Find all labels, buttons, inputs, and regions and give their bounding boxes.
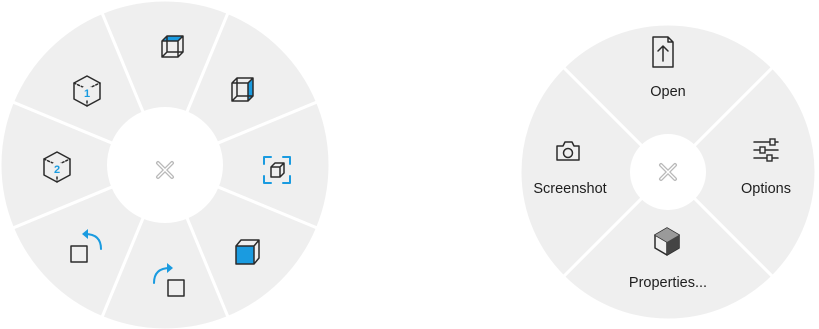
options-label: Options [741, 181, 791, 197]
screenshot-label: Screenshot [533, 181, 606, 197]
custom-view-2-number: 2 [54, 164, 60, 176]
file-menu-center[interactable] [630, 134, 706, 210]
sliders-icon [753, 138, 779, 162]
file-radial-menu: Open Options Properties... Screenshot [518, 22, 818, 322]
custom-view-1-number: 1 [84, 88, 90, 100]
properties-label: Properties... [629, 275, 707, 291]
view-radial-menu: 2 1 [0, 0, 332, 329]
view-menu-center[interactable] [107, 107, 223, 223]
radial-menus-canvas: 2 1 Open Options Properties... Screensho… [0, 0, 818, 329]
open-label: Open [650, 84, 685, 100]
